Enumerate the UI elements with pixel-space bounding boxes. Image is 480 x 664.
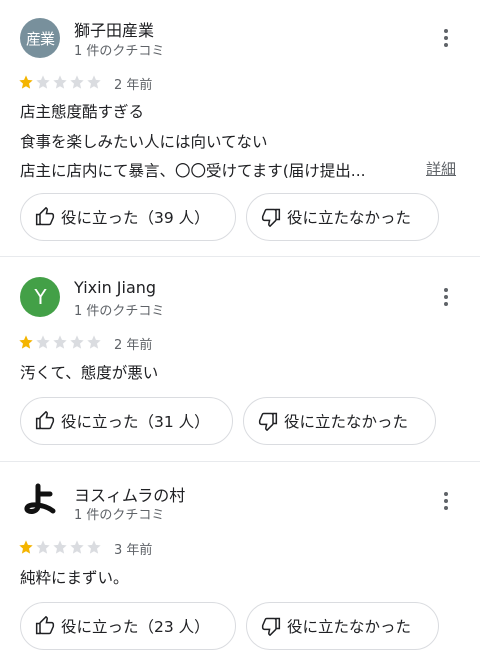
helpful-label: 役に立った（39 人） — [61, 209, 210, 227]
more-options-button[interactable] — [436, 489, 456, 513]
review-date: 3 年前 — [114, 543, 153, 558]
star-icon — [19, 335, 33, 349]
helpful-label: 役に立った（23 人） — [61, 618, 210, 636]
reviewer-review-count: 1 件のクチコミ — [74, 508, 165, 523]
star-icon — [70, 540, 84, 554]
star-icon — [87, 540, 101, 554]
more-vert-icon — [444, 492, 448, 496]
star-rating — [18, 74, 102, 90]
star-icon — [53, 335, 67, 349]
star-icon — [53, 75, 67, 89]
divider — [0, 256, 480, 257]
reviewer-name[interactable]: 獅子田産業 — [74, 17, 154, 41]
avatar-logo — [24, 483, 56, 514]
star-icon — [36, 540, 50, 554]
star-icon — [87, 75, 101, 89]
star-icon — [70, 335, 84, 349]
star-rating — [18, 539, 102, 555]
star-icon — [36, 335, 50, 349]
helpful-button[interactable]: 役に立った（31 人） — [20, 397, 233, 445]
reviewer-review-count: 1 件のクチコミ — [74, 304, 165, 319]
not-helpful-label: 役に立たなかった — [287, 209, 412, 227]
not-helpful-label: 役に立たなかった — [287, 618, 412, 636]
avatar[interactable]: 産業 — [20, 18, 60, 58]
avatar[interactable] — [20, 480, 60, 520]
star-icon — [70, 75, 84, 89]
review-text-line: 食事を楽しみたい人には向いてない — [20, 133, 268, 151]
star-icon — [53, 540, 67, 554]
star-icon — [19, 75, 33, 89]
more-options-button[interactable] — [436, 26, 456, 50]
star-icon — [36, 75, 50, 89]
not-helpful-label: 役に立たなかった — [284, 413, 409, 431]
review-date: 2 年前 — [114, 338, 153, 353]
more-vert-icon — [444, 29, 448, 33]
helpful-button[interactable]: 役に立った（23 人） — [20, 602, 236, 650]
star-rating — [18, 334, 102, 350]
more-options-button[interactable] — [436, 285, 456, 309]
not-helpful-button[interactable]: 役に立たなかった — [243, 397, 436, 445]
avatar-text: 産業 — [25, 29, 55, 48]
reviewer-review-count: 1 件のクチコミ — [74, 44, 165, 59]
reviewer-name[interactable]: Yixin Jiang — [74, 278, 156, 297]
star-icon — [19, 540, 33, 554]
avatar-text: Y — [34, 285, 46, 309]
review-card: 産業 獅子田産業 1 件のクチコミ 2 年前 店主態度酷すぎる 食事を楽しみたい… — [0, 0, 480, 258]
avatar[interactable]: Y — [20, 277, 60, 317]
thumb-down-icon — [261, 208, 281, 227]
reviewer-name[interactable]: ヨスィムラの村 — [74, 482, 185, 506]
review-text-line: 汚くて、態度が悪い — [20, 364, 159, 382]
review-card: Y Yixin Jiang 1 件のクチコミ 2 年前 汚くて、態度が悪い 役に… — [0, 258, 480, 462]
review-text-line: 店主に店内にて暴言、〇〇受けてます(届け提出... — [20, 162, 366, 180]
review-card: ヨスィムラの村 1 件のクチコミ 3 年前 純粋にまずい。 役に立った（23 人… — [0, 462, 480, 664]
thumb-up-icon — [35, 616, 55, 635]
thumb-down-icon — [261, 617, 281, 636]
review-text-line: 純粋にまずい。 — [20, 569, 129, 587]
review-text-line: 店主態度酷すぎる — [20, 103, 145, 121]
helpful-label: 役に立った（31 人） — [61, 413, 210, 431]
thumb-up-icon — [35, 207, 55, 226]
more-vert-icon — [444, 288, 448, 292]
thumb-down-icon — [258, 412, 278, 431]
helpful-button[interactable]: 役に立った（39 人） — [20, 193, 236, 241]
review-date: 2 年前 — [114, 78, 153, 93]
not-helpful-button[interactable]: 役に立たなかった — [246, 602, 439, 650]
read-more-link[interactable]: 詳細 — [426, 158, 456, 179]
star-icon — [87, 335, 101, 349]
not-helpful-button[interactable]: 役に立たなかった — [246, 193, 439, 241]
thumb-up-icon — [35, 411, 55, 430]
